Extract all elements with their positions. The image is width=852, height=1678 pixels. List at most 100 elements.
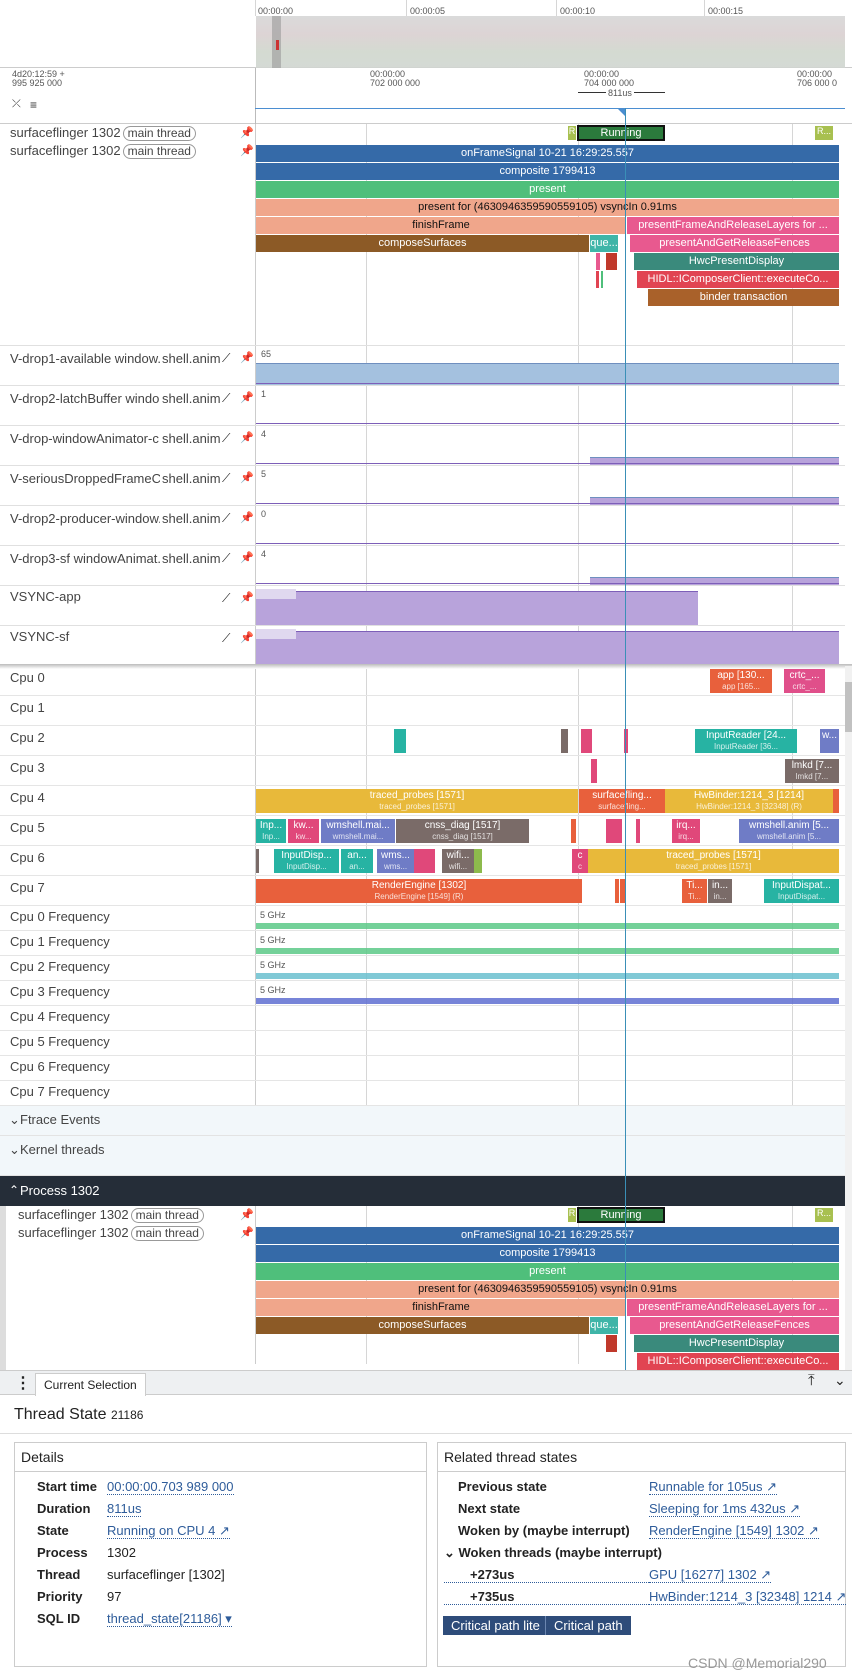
cpu-track[interactable]: Cpu 2 InputReader [24... InputReader [36..… [0,726,845,756]
cpu-track[interactable]: Cpu 6 InputDisp... InputDisp... an... an... w… [0,846,845,876]
cpu-slice[interactable]: irq... irq... [672,819,700,843]
frequency-area[interactable] [256,998,839,1004]
slice-finishframe[interactable]: finishFrame [256,217,626,234]
cpu-slice[interactable]: in... in... [708,879,732,903]
pin-icon[interactable]: 📌 [240,144,254,157]
cpu-slice[interactable]: Inp... Inp... [256,819,286,843]
slice-composite[interactable]: composite 1799413 [256,163,839,180]
slice-present[interactable]: present [256,181,839,198]
details-value[interactable]: 811us [107,1501,142,1517]
cpu-slice[interactable]: crtc_... crtc_... [784,669,825,693]
cpu-slice[interactable] [394,729,406,753]
chart-line-icon[interactable]: ⟋ [222,471,230,486]
critical-path-button[interactable]: Critical path [545,1616,631,1635]
pin-icon[interactable]: 📌 [240,431,254,444]
time-axis[interactable]: 4d20:12:59 + 995 925 000 ⤫ ≡ 00:00:00 70… [0,68,852,124]
counter-track[interactable]: V-drop3-sf windowAnimat... shell.anim ⟋ 📌 4 [0,546,845,586]
cpu-slice[interactable] [414,849,435,873]
thread-state-running[interactable]: Running [577,125,665,141]
counter-track[interactable]: V-drop2-latchBuffer windo... shell.anim ⟋ 📌… [0,386,845,426]
thread-state-runnable[interactable]: R... [815,126,833,140]
counter-area[interactable] [256,363,839,385]
cpu-slice[interactable]: wmshell.mai... wmshell.mai... [321,819,395,843]
thread-state-running[interactable]: Running [577,1207,665,1223]
related-value[interactable]: RenderEngine [1549] 1302 ↗ [649,1523,819,1539]
counter-area[interactable] [256,591,698,625]
slice-present-frame-release[interactable]: presentFrameAndReleaseLayers for ... [627,1299,839,1316]
counter-track[interactable]: VSYNC-app⟋📌1 [0,586,845,626]
frequency-area[interactable] [256,948,839,954]
cpu-frequency-track[interactable]: Cpu 1 Frequency 5 GHz [0,931,845,956]
slice-hwcpresentdisplay[interactable]: HwcPresentDisplay [634,1335,839,1352]
details-value[interactable]: 00:00:00.703 989 000 [107,1479,234,1495]
slice-hidl-composer[interactable]: HIDL::IComposerClient::executeCo... [637,1353,839,1370]
related-key[interactable]: +273us [444,1567,649,1583]
cpu-slice[interactable] [256,849,259,873]
cpu-slice[interactable] [591,759,597,783]
chevron-down-icon[interactable]: ⌄ [834,1372,846,1389]
group-process-1302[interactable]: ⌃ Process 1302 [0,1176,852,1206]
cpu-slice[interactable]: wmshell.anim [5... wmshell.anim [5... [739,819,839,843]
slice-small[interactable] [606,1335,617,1352]
chart-line-icon[interactable]: ⟋ [222,511,230,526]
thread-state-runnable[interactable]: R [568,126,576,140]
thread-state-track[interactable]: surfaceflinger 1302 main thread 📌 R Runni… [0,124,845,142]
overview-heatmap[interactable] [256,16,845,68]
slice-present-get-release-fences[interactable]: presentAndGetReleaseFences [630,1317,839,1334]
counter-track[interactable]: V-drop2-producer-window... shell.anim ⟋ 📌 0 [0,506,845,546]
cpu-frequency-track[interactable]: Cpu 0 Frequency 5 GHz [0,906,845,931]
related-value[interactable]: GPU [16277] 1302 ↗ [649,1567,772,1583]
cpu-frequency-track[interactable]: Cpu 4 Frequency [0,1006,845,1031]
cpu-track[interactable]: Cpu 7 RenderEngine [1302] RenderEngine [15… [0,876,845,906]
cpu-slice[interactable] [615,879,619,903]
cpu-slice[interactable]: InputReader [24... InputReader [36... [695,729,797,753]
group-ftrace-events[interactable]: ⌄ Ftrace Events [0,1106,845,1136]
pin-icon[interactable]: 📌 [240,126,254,139]
counter-track[interactable]: VSYNC-sf⟋📌1 [0,626,845,666]
cpu-slice[interactable] [561,729,568,753]
chart-line-icon[interactable]: ⟋ [222,431,230,446]
frequency-area[interactable] [256,973,839,979]
cpu-frequency-track[interactable]: Cpu 3 Frequency 5 GHz [0,981,845,1006]
pin-icon[interactable]: 📌 [240,551,254,564]
more-vert-icon[interactable]: ⋮ [15,1373,31,1393]
cpu-slice[interactable]: traced_probes [1571] traced_probes [1571] [256,789,578,813]
cpu-slice[interactable]: InputDisp... InputDisp... [274,849,339,873]
cpu-frequency-track[interactable]: Cpu 5 Frequency [0,1031,845,1056]
slice-present-frame-release[interactable]: presentFrameAndReleaseLayers for ... [627,217,839,234]
counter-track[interactable]: V-seriousDroppedFrameC... shell.anim ⟋ 📌 5 [0,466,845,506]
counter-track[interactable]: V-drop-windowAnimator-c... shell.anim ⟋ 📌 4 [0,426,845,466]
slice-small[interactable] [601,271,603,288]
cpu-track[interactable]: Cpu 4 traced_probes [1571] traced_probes [… [0,786,845,816]
pin-icon[interactable]: 📌 [240,391,254,404]
slice-onframesignal[interactable]: onFrameSignal 10-21 16:29:25.557 [256,1227,839,1244]
cpu-slice[interactable] [606,819,622,843]
cpu-slice[interactable] [474,849,482,873]
critical-path-lite-button[interactable]: Critical path lite [443,1616,548,1635]
slice-hidl-composer[interactable]: HIDL::IComposerClient::executeCo... [637,271,839,288]
slice-present-for[interactable]: present for (4630946359590559105) vsyncI… [256,1281,839,1298]
pin-icon[interactable]: 📌 [240,591,254,604]
pin-icon[interactable]: 📌 [240,1208,254,1221]
counter-area[interactable] [256,631,839,665]
cpu-slice[interactable]: lmkd [7... lmkd [7... [785,759,839,783]
pin-icon[interactable]: 📌 [240,351,254,364]
slice-small[interactable] [596,253,600,270]
collapse-all-icon[interactable]: ⤫ [12,98,21,111]
related-key[interactable]: +735us [444,1589,649,1605]
cpu-slice[interactable]: surfacefling... surfacefling... [579,789,665,813]
slice-composesurfaces[interactable]: composeSurfaces [256,235,589,252]
cpu-slice[interactable]: an... an... [341,849,373,873]
thread-slice-track[interactable]: surfaceflinger 1302 main thread 📌 onFrame… [0,142,845,346]
cpu-slice[interactable]: w... [820,729,839,753]
related-value[interactable]: Runnable for 105us ↗ [649,1479,777,1495]
chart-line-icon[interactable]: ⟋ [222,591,230,606]
cpu-slice[interactable]: cc [572,849,588,873]
cpu-slice[interactable]: wifi... wifi... [442,849,474,873]
cpu-slice[interactable]: kw... kw... [288,819,319,843]
chart-line-icon[interactable]: ⟋ [222,631,230,646]
cpu-slice[interactable]: cnss_diag [1517] cnss_diag [1517] [396,819,529,843]
cpu-slice[interactable]: InputDispat... InputDispat... [764,879,839,903]
cpu-slice[interactable]: HwBinder:1214_3 [1214] HwBinder:1214_3 [3… [665,789,833,813]
group-kernel-threads[interactable]: ⌄ Kernel threads [0,1136,845,1176]
